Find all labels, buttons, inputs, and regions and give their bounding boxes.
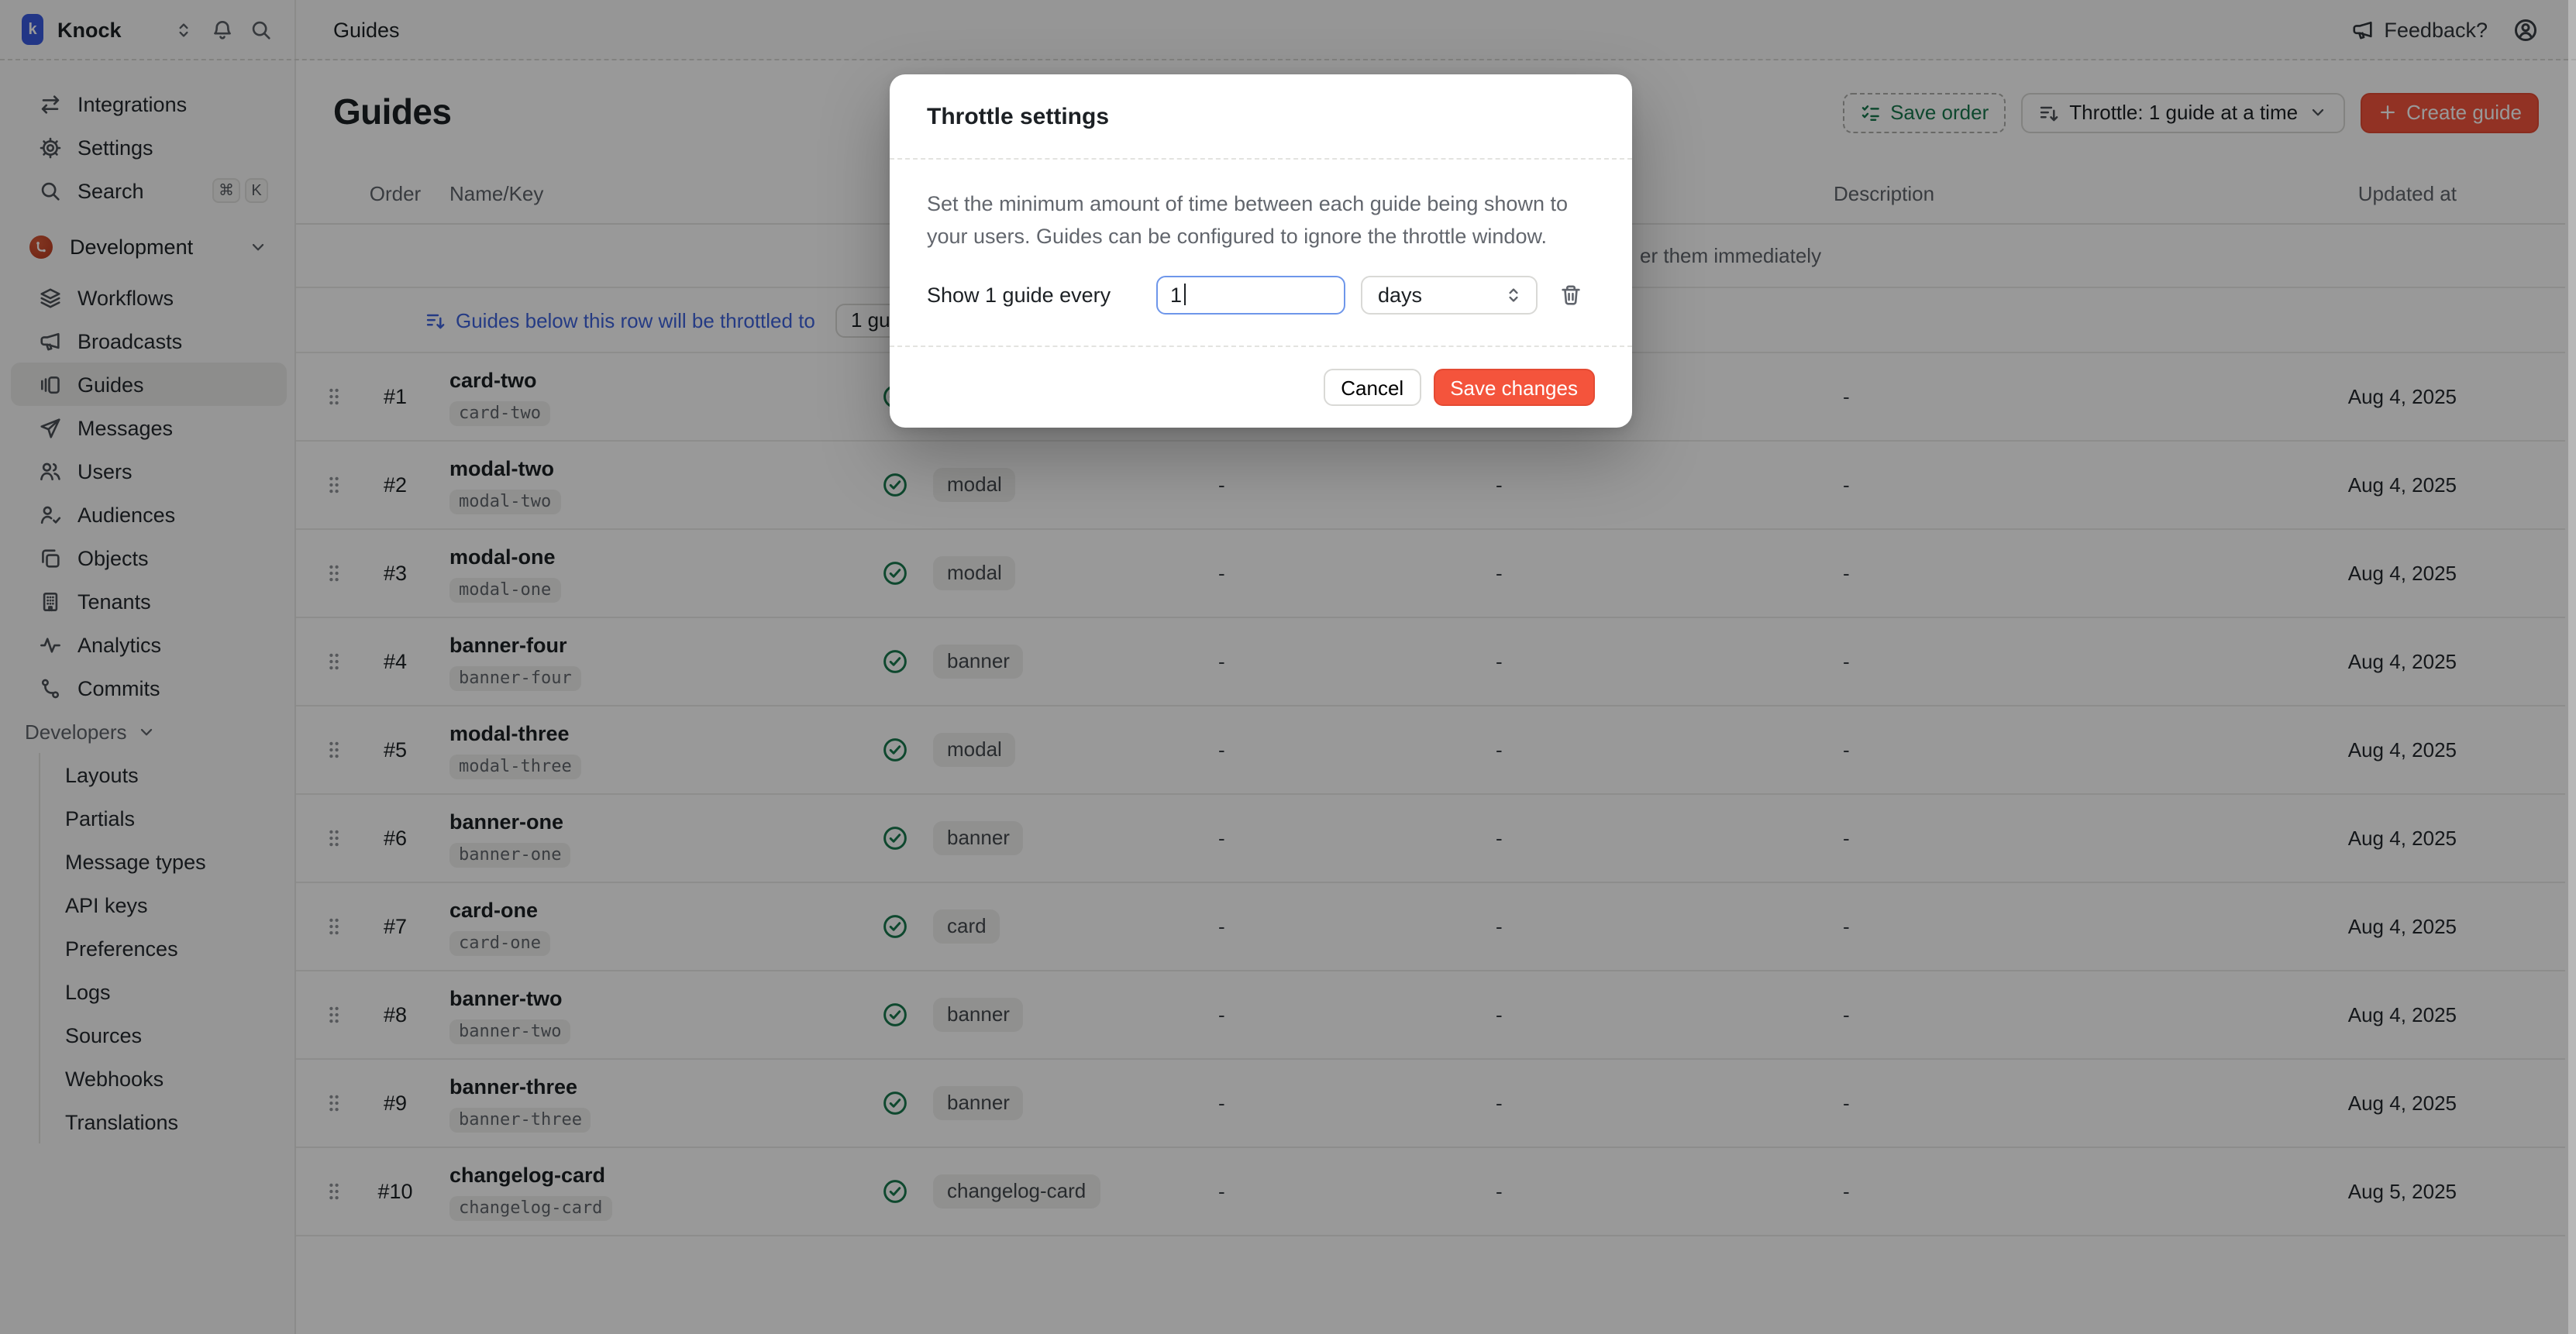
page-scrollbar[interactable] [2568, 0, 2576, 1334]
interval-value-input[interactable]: 1 [1156, 275, 1345, 314]
throttle-settings-modal: Throttle settings Set the minimum amount… [890, 74, 1632, 428]
modal-title: Throttle settings [927, 102, 1595, 133]
select-stepper-icon [1503, 284, 1524, 304]
interval-value: 1 [1170, 283, 1182, 306]
save-changes-button[interactable]: Save changes [1433, 369, 1595, 406]
text-caret [1183, 284, 1185, 305]
interval-label: Show 1 guide every [927, 283, 1156, 306]
app-root: k Knock Guides Feedback? IntegrationsSet… [0, 0, 2576, 1334]
interval-unit-select[interactable]: days [1361, 275, 1538, 314]
cancel-button[interactable]: Cancel [1324, 369, 1421, 406]
delete-throttle-button[interactable] [1559, 283, 1582, 306]
modal-description: Set the minimum amount of time between e… [927, 187, 1598, 253]
interval-unit-value: days [1378, 283, 1422, 306]
